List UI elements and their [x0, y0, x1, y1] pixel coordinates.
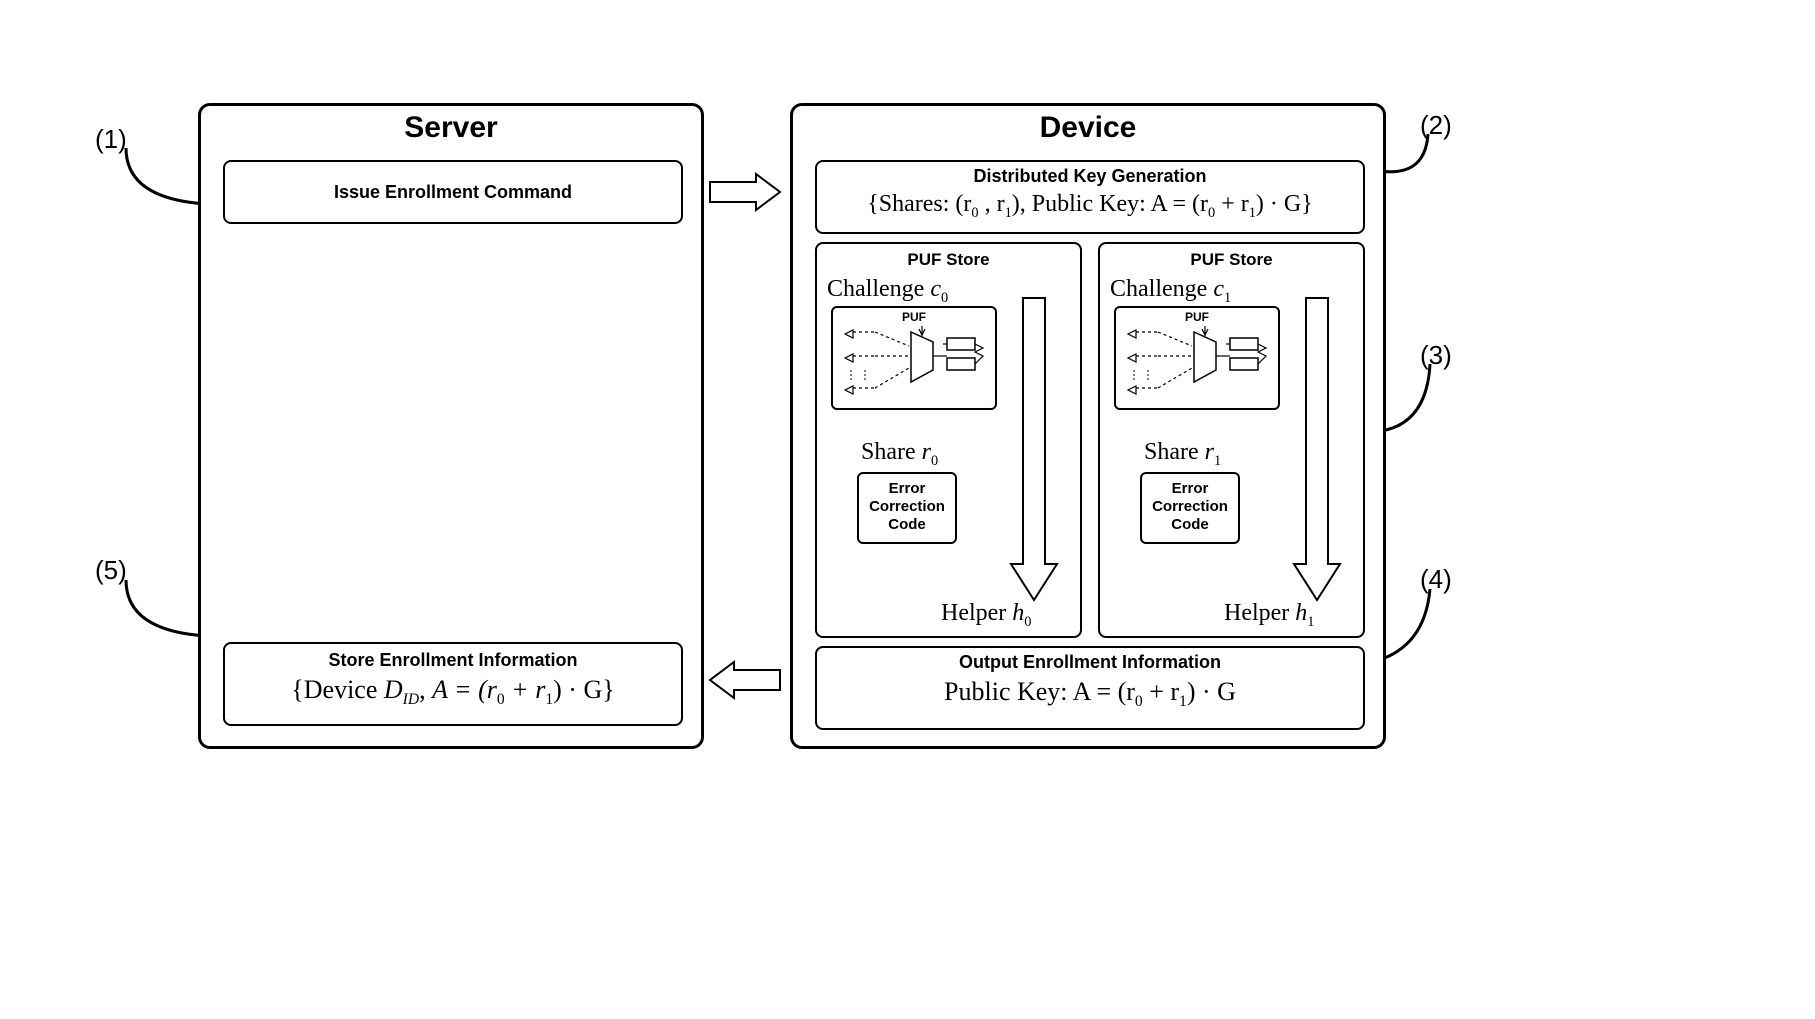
share-1-label: Share r1 [1144, 439, 1221, 470]
puf-0-schematic-icon [839, 326, 989, 402]
output-formula: Public Key: A = (r0 + r1) · G [817, 677, 1363, 711]
ecc-1-box: ErrorCorrectionCode [1140, 472, 1240, 544]
challenge-1-label: Challenge c1 [1110, 276, 1231, 307]
device-title: Device [793, 111, 1383, 145]
puf-1-schematic-icon [1122, 326, 1272, 402]
ecc-0-box: ErrorCorrectionCode [857, 472, 957, 544]
down-arrow-0 [1009, 294, 1059, 604]
server-title: Server [201, 111, 701, 145]
store-enrollment-info-box: Store Enrollment Information {Device DID… [223, 642, 683, 726]
puf-store-1-title: PUF Store [1100, 250, 1363, 270]
callout-curve-3 [1382, 360, 1442, 440]
down-arrow-1 [1292, 294, 1342, 604]
puf-0-label: PUF [833, 310, 995, 324]
device-box: Device Distributed Key Generation {Share… [790, 103, 1386, 749]
issue-enrollment-command-box: Issue Enrollment Command [223, 160, 683, 224]
distributed-key-gen-box: Distributed Key Generation {Shares: (r0 … [815, 160, 1365, 234]
puf-1-label: PUF [1116, 310, 1278, 324]
puf-store-0-box: PUF Store Challenge c0 PUF [815, 242, 1082, 638]
dkg-title: Distributed Key Generation [817, 166, 1363, 187]
server-box: Server Issue Enrollment Command Store En… [198, 103, 704, 749]
issue-enrollment-command-label: Issue Enrollment Command [225, 182, 681, 203]
store-enrollment-title: Store Enrollment Information [225, 650, 681, 671]
challenge-0-label: Challenge c0 [827, 276, 948, 307]
arrow-device-to-server [706, 660, 784, 700]
helper-1-label: Helper h1 [1224, 600, 1315, 631]
arrow-server-to-device [706, 172, 784, 212]
helper-0-label: Helper h0 [941, 600, 1032, 631]
puf-store-0-title: PUF Store [817, 250, 1080, 270]
dkg-formula: {Shares: (r0 , r1), Public Key: A = (r0 … [817, 191, 1363, 222]
store-enrollment-formula: {Device DID, A = (r0 + r1) · G} [225, 675, 681, 709]
puf-1-inner-box: PUF [1114, 306, 1280, 410]
puf-0-inner-box: PUF [831, 306, 997, 410]
output-enrollment-box: Output Enrollment Information Public Key… [815, 646, 1365, 730]
output-enrollment-title: Output Enrollment Information [817, 652, 1363, 673]
puf-store-1-box: PUF Store Challenge c1 PUF [1098, 242, 1365, 638]
share-0-label: Share r0 [861, 439, 938, 470]
